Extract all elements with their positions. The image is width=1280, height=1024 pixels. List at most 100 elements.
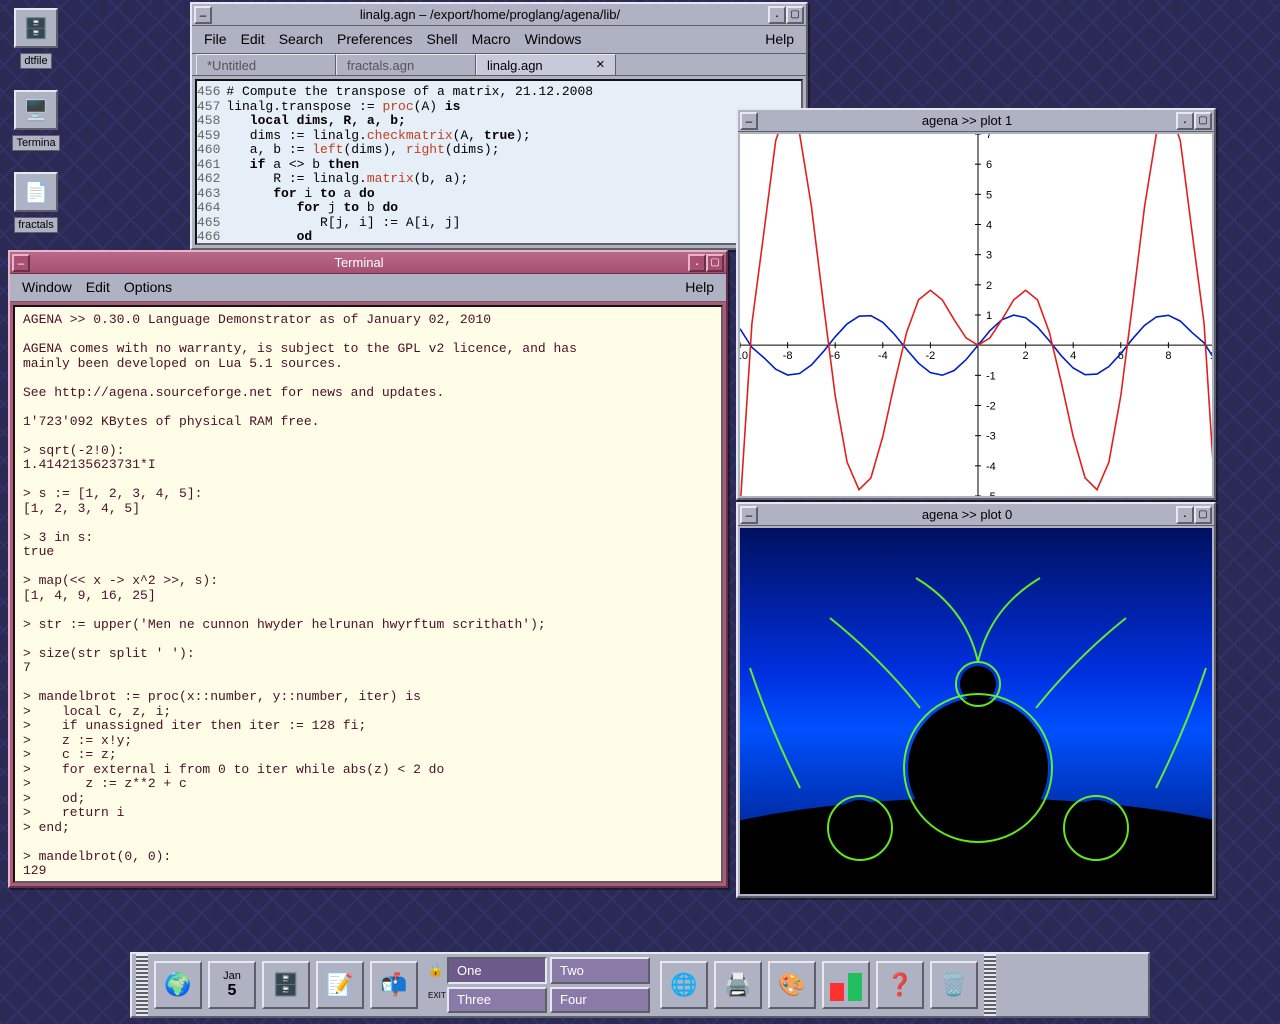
workspace-one[interactable]: One xyxy=(447,957,547,984)
trash-button[interactable]: 🗑️ xyxy=(930,961,978,1009)
menu-preferences[interactable]: Preferences xyxy=(331,29,418,49)
editor-menubar: File Edit Search Preferences Shell Macro… xyxy=(192,26,806,54)
editor-titlebar[interactable]: linalg.agn – /export/home/proglang/agena… xyxy=(192,4,806,26)
window-menu-button[interactable] xyxy=(740,506,758,524)
filecabinet-icon: 🗄️ xyxy=(14,8,58,48)
editor-window: linalg.agn – /export/home/proglang/agena… xyxy=(190,2,808,250)
style-button[interactable]: 🎨 xyxy=(768,961,816,1009)
plot1-titlebar[interactable]: agena >> plot 1 xyxy=(738,110,1214,132)
minimize-button[interactable] xyxy=(688,254,706,272)
svg-text:-6: -6 xyxy=(830,350,840,362)
svg-text:-4: -4 xyxy=(878,350,888,362)
window-menu-button[interactable] xyxy=(12,254,30,272)
code-area[interactable]: # Compute the transpose of a matrix, 21.… xyxy=(226,85,593,239)
menu-edit[interactable]: Edit xyxy=(235,29,271,49)
menu-file[interactable]: File xyxy=(198,29,233,49)
svg-text:-5: -5 xyxy=(986,491,996,496)
minimize-button[interactable] xyxy=(1176,112,1194,130)
terminal-output[interactable]: AGENA >> 0.30.0 Language Demonstrator as… xyxy=(13,305,723,883)
editor-tabs: *Untitled fractals.agn linalg.agn✕ xyxy=(192,54,806,76)
svg-text:-10: -10 xyxy=(740,350,748,362)
terminal-title: Terminal xyxy=(30,253,688,272)
svg-text:6: 6 xyxy=(986,159,992,171)
minimize-button[interactable] xyxy=(1176,506,1194,524)
terminal-titlebar[interactable]: Terminal xyxy=(10,252,726,274)
front-panel: 🌍 Jan 5 🗄️ 📝 📬 🔒 One Two EXIT Three Four… xyxy=(130,952,1150,1018)
desktop-icon-label: fractals xyxy=(14,217,57,233)
exit-button[interactable]: EXIT xyxy=(428,987,444,1014)
plot1-window: agena >> plot 1 -10-8-6-4-2246810-5-4-3-… xyxy=(736,108,1216,500)
maximize-button[interactable] xyxy=(1194,506,1212,524)
svg-text:2: 2 xyxy=(986,280,992,292)
file-manager-button[interactable]: 🗄️ xyxy=(262,961,310,1009)
workspace-four[interactable]: Four xyxy=(550,987,650,1014)
menu-help[interactable]: Help xyxy=(679,277,720,297)
desktop-icon-label: Termina xyxy=(12,135,59,151)
terminal-icon: 🖥️ xyxy=(14,90,58,130)
terminal-menubar: Window Edit Options Help xyxy=(10,274,726,302)
mandelbrot-svg xyxy=(740,528,1212,894)
calendar-day: 5 xyxy=(228,982,237,1000)
svg-text:4: 4 xyxy=(986,220,992,232)
tab-untitled[interactable]: *Untitled xyxy=(196,54,336,75)
workspace-switcher: 🔒 One Two EXIT Three Four xyxy=(424,957,654,1013)
svg-text:-8: -8 xyxy=(783,350,793,362)
help-button[interactable]: ❓ xyxy=(876,961,924,1009)
svg-text:4: 4 xyxy=(1070,350,1076,362)
plot1-title: agena >> plot 1 xyxy=(758,111,1176,130)
svg-text:5: 5 xyxy=(986,189,992,201)
menu-help[interactable]: Help xyxy=(759,29,800,49)
terminal-window: Terminal Window Edit Options Help AGENA … xyxy=(8,250,728,888)
svg-text:-2: -2 xyxy=(986,401,996,413)
menu-window[interactable]: Window xyxy=(16,277,78,297)
maximize-button[interactable] xyxy=(706,254,724,272)
plot0-title: agena >> plot 0 xyxy=(758,505,1176,524)
svg-text:3: 3 xyxy=(986,250,992,262)
svg-text:2: 2 xyxy=(1023,350,1029,362)
svg-text:-4: -4 xyxy=(986,461,996,473)
svg-text:-1: -1 xyxy=(986,370,996,382)
editor-content[interactable]: 456 457 458 459 460 461 462 463 464 465 … xyxy=(195,79,803,245)
menu-search[interactable]: Search xyxy=(273,29,329,49)
close-icon[interactable]: ✕ xyxy=(566,58,605,71)
panel-grip-left[interactable] xyxy=(136,954,148,1016)
svg-text:-2: -2 xyxy=(926,350,936,362)
desktop-icon-terminal[interactable]: 🖥️ Termina xyxy=(8,90,64,151)
workspace-three[interactable]: Three xyxy=(447,987,547,1014)
lock-icon[interactable]: 🔒 xyxy=(428,957,444,984)
desktop-icon-label: dtfile xyxy=(20,53,51,69)
tab-linalg[interactable]: linalg.agn✕ xyxy=(476,54,616,75)
plot1-canvas: -10-8-6-4-2246810-5-4-3-2-11234567 xyxy=(740,134,1212,496)
panel-grip-right[interactable] xyxy=(984,954,996,1016)
mail-button[interactable]: 📬 xyxy=(370,961,418,1009)
menu-macro[interactable]: Macro xyxy=(466,29,517,49)
perf-meter-button[interactable] xyxy=(822,961,870,1009)
svg-text:1: 1 xyxy=(986,310,992,322)
workspace-two[interactable]: Two xyxy=(550,957,650,984)
line-gutter: 456 457 458 459 460 461 462 463 464 465 … xyxy=(197,85,226,239)
menu-shell[interactable]: Shell xyxy=(421,29,464,49)
printer-button[interactable]: 🖨️ xyxy=(714,961,762,1009)
menu-options[interactable]: Options xyxy=(118,277,178,297)
maximize-button[interactable] xyxy=(786,6,804,24)
clock-button[interactable]: 🌍 xyxy=(154,961,202,1009)
notes-button[interactable]: 📝 xyxy=(316,961,364,1009)
tab-fractals[interactable]: fractals.agn xyxy=(336,54,476,75)
svg-text:7: 7 xyxy=(986,134,992,141)
maximize-button[interactable] xyxy=(1194,112,1212,130)
desktop-icon-fractals[interactable]: 📄 fractals xyxy=(8,172,64,233)
menu-edit[interactable]: Edit xyxy=(80,277,116,297)
globe-button[interactable]: 🌐 xyxy=(660,961,708,1009)
calendar-month: Jan xyxy=(223,970,241,982)
svg-text:-3: -3 xyxy=(986,431,996,443)
plot0-canvas xyxy=(740,528,1212,894)
minimize-button[interactable] xyxy=(768,6,786,24)
window-menu-button[interactable] xyxy=(194,6,212,24)
plot0-titlebar[interactable]: agena >> plot 0 xyxy=(738,504,1214,526)
desktop-icon-dtfile[interactable]: 🗄️ dtfile xyxy=(8,8,64,69)
document-icon: 📄 xyxy=(14,172,58,212)
calendar-button[interactable]: Jan 5 xyxy=(208,961,256,1009)
editor-title: linalg.agn – /export/home/proglang/agena… xyxy=(212,5,768,24)
window-menu-button[interactable] xyxy=(740,112,758,130)
menu-windows[interactable]: Windows xyxy=(519,29,588,49)
